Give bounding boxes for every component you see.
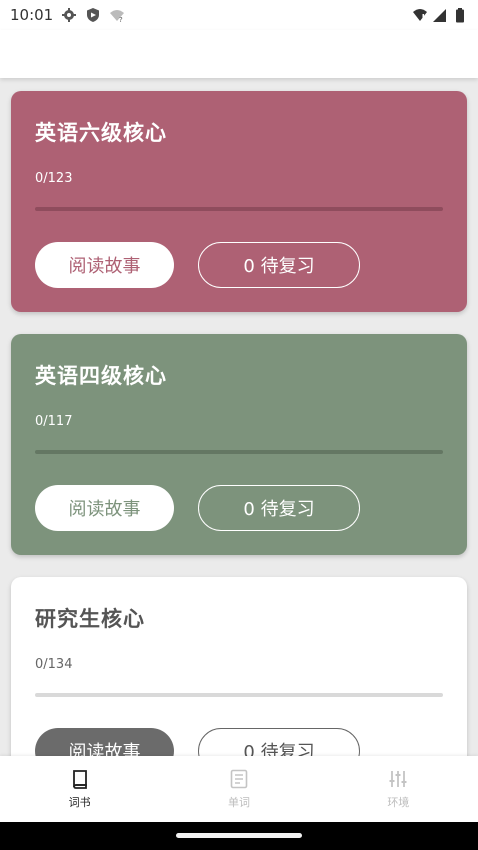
book-title: 英语六级核心 <box>35 121 167 145</box>
review-button[interactable]: 0 待复习 <box>198 728 360 756</box>
book-progress-bar <box>35 693 443 697</box>
book-progress-text: 0/123 <box>35 171 73 186</box>
signal-icon <box>433 9 446 22</box>
nav-label: 环境 <box>387 795 410 809</box>
book-title: 英语四级核心 <box>35 364 167 388</box>
book-card-cet6[interactable]: 英语六级核心 0/123 阅读故事 0 待复习 <box>11 91 467 312</box>
status-time: 10:01 <box>10 6 54 24</box>
word-list-icon <box>230 769 248 788</box>
book-card-cet4[interactable]: 英语四级核心 0/117 阅读故事 0 待复习 <box>11 334 467 555</box>
book-progress-text: 0/117 <box>35 414 73 429</box>
app-bar <box>0 30 478 78</box>
book-list[interactable]: 英语六级核心 0/123 阅读故事 0 待复习 英语四级核心 0/117 阅读故… <box>0 78 478 756</box>
wifi-question-icon: ? <box>110 10 125 23</box>
book-card-graduate[interactable]: 研究生核心 0/134 阅读故事 0 待复习 <box>11 577 467 756</box>
bottom-navigation: 词书 单词 环境 <box>0 756 478 822</box>
nav-item-books[interactable]: 词书 <box>0 756 159 822</box>
status-icons-right <box>412 7 468 23</box>
status-icons-left: ? <box>61 7 125 23</box>
book-progress-bar <box>35 207 443 211</box>
read-story-button[interactable]: 阅读故事 <box>35 485 174 531</box>
battery-icon <box>456 8 464 23</box>
nav-label: 词书 <box>68 795 91 809</box>
status-bar: 10:01 ? <box>0 0 478 30</box>
review-button[interactable]: 0 待复习 <box>198 242 360 288</box>
book-icon <box>72 769 87 789</box>
svg-text:?: ? <box>119 16 123 23</box>
system-gesture-area <box>0 822 478 850</box>
gesture-handle[interactable] <box>176 833 302 838</box>
wifi-alert-icon <box>413 9 427 21</box>
nav-label: 单词 <box>227 795 250 809</box>
gear-icon <box>62 8 77 22</box>
shield-icon <box>87 8 100 22</box>
read-story-button[interactable]: 阅读故事 <box>35 728 174 756</box>
nav-item-words[interactable]: 单词 <box>159 756 318 822</box>
read-story-button[interactable]: 阅读故事 <box>35 242 174 288</box>
sliders-icon <box>389 770 407 787</box>
book-progress-text: 0/134 <box>35 657 73 672</box>
book-title: 研究生核心 <box>35 607 145 631</box>
book-progress-bar <box>35 450 443 454</box>
nav-item-environment[interactable]: 环境 <box>319 756 478 822</box>
review-button[interactable]: 0 待复习 <box>198 485 360 531</box>
